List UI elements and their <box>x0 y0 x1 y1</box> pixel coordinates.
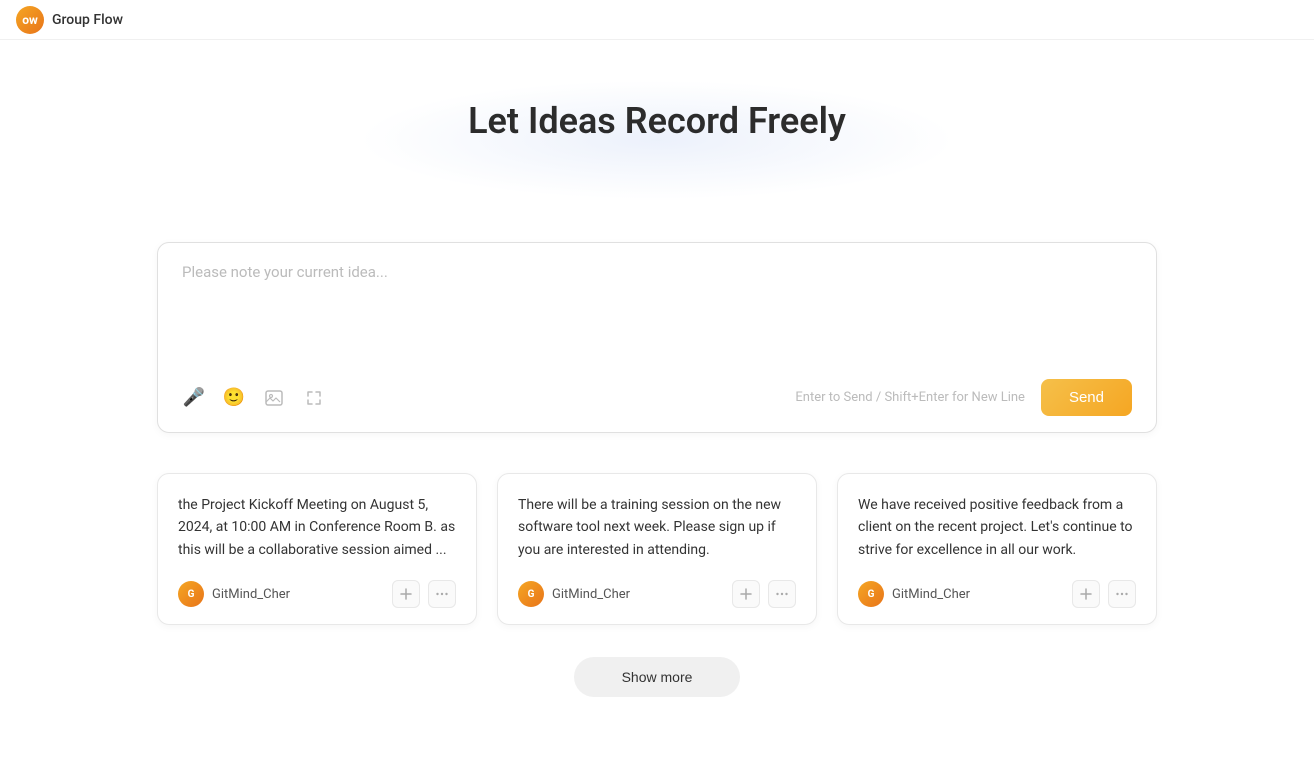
author-name: GitMind_Cher <box>212 587 290 602</box>
add-card-button[interactable] <box>732 580 760 608</box>
card-content: We have received positive feedback from … <box>858 494 1136 564</box>
card-footer: G GitMind_Cher <box>858 580 1136 608</box>
author-name: GitMind_Cher <box>552 587 630 602</box>
cards-grid: the Project Kickoff Meeting on August 5,… <box>157 473 1157 625</box>
app-logo: ow <box>16 6 44 34</box>
microphone-icon[interactable]: 🎤 <box>182 386 206 410</box>
main-content: Let Ideas Record Freely 🎤 🙂 <box>0 40 1314 737</box>
logo-text: ow <box>22 13 38 27</box>
send-button[interactable]: Send <box>1041 379 1132 416</box>
show-more-button[interactable]: Show more <box>574 657 741 697</box>
avatar: G <box>178 581 204 607</box>
card-author: G GitMind_Cher <box>518 581 630 607</box>
more-card-button[interactable] <box>428 580 456 608</box>
card-actions <box>1072 580 1136 608</box>
avatar: G <box>518 581 544 607</box>
add-card-button[interactable] <box>392 580 420 608</box>
image-icon[interactable] <box>262 386 286 410</box>
toolbar-right: Enter to Send / Shift+Enter for New Line… <box>795 379 1132 416</box>
card-footer: G GitMind_Cher <box>178 580 456 608</box>
card-author: G GitMind_Cher <box>178 581 290 607</box>
input-toolbar: 🎤 🙂 Enter to Send / Shift+Enter for <box>182 379 1132 416</box>
author-name: GitMind_Cher <box>892 587 970 602</box>
shortcut-hint: Enter to Send / Shift+Enter for New Line <box>795 390 1025 405</box>
top-bar: ow Group Flow <box>0 0 1314 40</box>
add-card-button[interactable] <box>1072 580 1100 608</box>
card-author: G GitMind_Cher <box>858 581 970 607</box>
input-card: 🎤 🙂 Enter to Send / Shift+Enter for <box>157 242 1157 433</box>
idea-input[interactable] <box>182 263 1132 363</box>
card-footer: G GitMind_Cher <box>518 580 796 608</box>
toolbar-icons: 🎤 🙂 <box>182 386 326 410</box>
expand-icon[interactable] <box>302 386 326 410</box>
show-more-section: Show more <box>157 657 1157 697</box>
card-actions <box>392 580 456 608</box>
avatar: G <box>858 581 884 607</box>
app-title: Group Flow <box>52 12 123 28</box>
card-content: There will be a training session on the … <box>518 494 796 564</box>
more-card-button[interactable] <box>768 580 796 608</box>
more-card-button[interactable] <box>1108 580 1136 608</box>
hero-title: Let Ideas Record Freely <box>157 100 1157 142</box>
idea-card: There will be a training session on the … <box>497 473 817 625</box>
card-content: the Project Kickoff Meeting on August 5,… <box>178 494 456 564</box>
idea-card: We have received positive feedback from … <box>837 473 1157 625</box>
idea-card: the Project Kickoff Meeting on August 5,… <box>157 473 477 625</box>
card-actions <box>732 580 796 608</box>
emoji-icon[interactable]: 🙂 <box>222 386 246 410</box>
hero-section: Let Ideas Record Freely <box>157 100 1157 202</box>
